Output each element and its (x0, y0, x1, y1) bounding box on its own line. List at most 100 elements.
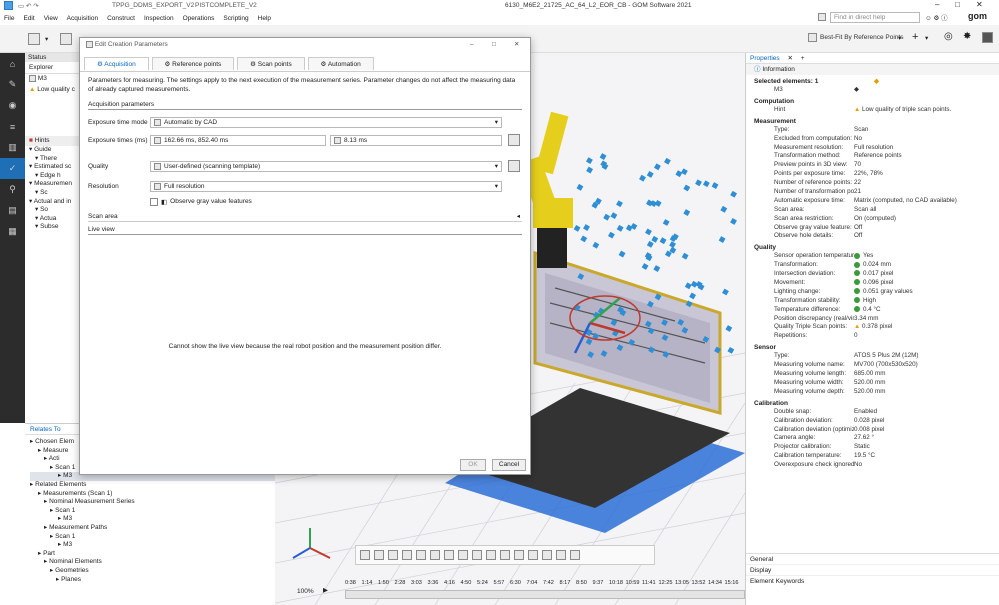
timeline[interactable]: 0:38 1:14 1:50 2:28 3:03 3:36 4:16 4:50 5:24 5:57… (345, 580, 745, 589)
ok-button[interactable]: OK (460, 459, 486, 471)
light-icon[interactable]: ✸ (963, 31, 971, 42)
layers-icon[interactable]: ▦ (0, 221, 25, 242)
close-icon[interactable]: ✕ (976, 0, 983, 9)
scan-area-collapse-icon[interactable]: ◂ (517, 212, 520, 222)
menu-help[interactable]: Help (258, 15, 271, 22)
toolbar-more-icon[interactable]: ▾ (925, 34, 928, 42)
menu-file[interactable]: File (4, 15, 14, 22)
report-icon[interactable]: ▤ (0, 200, 25, 221)
dialog-close-icon[interactable]: ✕ (514, 38, 519, 52)
toolbar-view-icon[interactable] (28, 33, 40, 45)
quick-access-icon[interactable]: ▭ ↶ ↷ (18, 2, 39, 10)
general-tab[interactable]: General (746, 554, 999, 565)
target-icon[interactable]: ◎ (944, 31, 953, 42)
table-icon[interactable]: ≡ (0, 116, 25, 137)
image-icon[interactable] (472, 550, 482, 560)
relates-item[interactable]: ▸ M3 (30, 515, 275, 524)
align-icon[interactable] (430, 550, 440, 560)
zoom-label[interactable]: 100% (297, 588, 314, 595)
menu-edit[interactable]: Edit (23, 15, 34, 22)
box-icon[interactable] (458, 550, 468, 560)
hint-item[interactable]: ▾ Actual and in (29, 198, 79, 207)
home-icon[interactable]: ⌂ (0, 53, 25, 74)
tab-scan-points[interactable]: ⚙ Scan points (237, 57, 305, 70)
measure-icon[interactable] (416, 550, 426, 560)
exposure-mode-select[interactable]: Automatic by CAD ▾ (150, 116, 502, 128)
point-icon[interactable] (444, 550, 454, 560)
hint-item[interactable]: ▾ Sc (29, 189, 79, 198)
menu-operations[interactable]: Operations (183, 15, 215, 22)
display-tab[interactable]: Display (746, 565, 999, 576)
tab-reference-points[interactable]: ⚙ Reference points (151, 57, 235, 70)
hint-item[interactable]: ▾ Edge h (29, 172, 79, 181)
properties-add-icon[interactable]: + (801, 55, 805, 62)
timeline-track[interactable] (345, 590, 745, 599)
tools-icon[interactable]: ✎ (0, 74, 25, 95)
relates-item[interactable]: ▸ Related Elements (30, 481, 275, 490)
relates-item[interactable]: ▸ M3 (30, 541, 275, 550)
quality-edit-icon[interactable] (508, 160, 520, 172)
grid-icon[interactable] (514, 550, 524, 560)
tab-automation[interactable]: ⚙ Automation (307, 57, 374, 70)
help-search-input[interactable]: Find in direct help (830, 12, 920, 23)
quick-tab-2[interactable]: PISTCOMPLETE_V2 (195, 2, 257, 9)
dialog-minimize-icon[interactable]: – (470, 38, 474, 52)
quick-tab-1[interactable]: TPPG_DDMS_EXPORT_V2 (112, 2, 194, 9)
menu-scripting[interactable]: Scripting (223, 15, 248, 22)
search-icon[interactable]: ⚲ (0, 179, 25, 200)
hint-item[interactable]: ▾ Subse (29, 223, 79, 232)
hint-item[interactable]: ▾ Estimated sc (29, 163, 79, 172)
alignment-select[interactable]: Best-Fit By Reference Points (820, 34, 903, 41)
inspect-icon[interactable]: ✓ (0, 158, 25, 179)
relates-item[interactable]: ▸ Scan 1 (30, 533, 275, 542)
add-icon[interactable]: + (912, 31, 918, 43)
display-icon[interactable] (374, 550, 384, 560)
keywords-tab[interactable]: Element Keywords (746, 576, 999, 587)
resolution-select[interactable]: Full resolution ▾ (150, 180, 502, 192)
hint-item[interactable]: ▾ So (29, 206, 79, 215)
explorer-tab[interactable]: Explorer (25, 62, 79, 74)
scan-area-section[interactable]: Scan area ◂ (88, 212, 522, 222)
info-tab[interactable]: ⓘ Information (746, 64, 999, 75)
tab-acquisition[interactable]: ⚙ Acquisition (84, 57, 149, 70)
menu-acquisition[interactable]: Acquisition (67, 15, 98, 22)
relates-item[interactable]: ▸ Measurement Paths (30, 524, 275, 533)
relates-item[interactable]: ▸ Part (30, 550, 275, 559)
relates-item[interactable]: ▸ Measurements (Scan 1) (30, 490, 275, 499)
menu-construct[interactable]: Construct (107, 15, 135, 22)
relates-item[interactable]: ▸ Nominal Measurement Series (30, 498, 275, 507)
explorer-item[interactable]: M3 (25, 74, 79, 84)
relates-item[interactable]: ▸ Nominal Elements (30, 558, 275, 567)
camera-icon[interactable]: ◉ (0, 95, 25, 116)
relates-item[interactable]: ▸ Geometries (30, 567, 275, 576)
view-mode-icon[interactable] (360, 550, 370, 560)
maximize-icon[interactable]: □ (955, 0, 960, 9)
scan-icon[interactable] (528, 550, 538, 560)
alignment-dropdown-icon[interactable]: ▾ (898, 34, 901, 42)
relates-item[interactable]: ▸ Planes (30, 576, 275, 585)
menu-inspection[interactable]: Inspection (144, 15, 174, 22)
report-view-icon[interactable] (542, 550, 552, 560)
hint-item[interactable]: ▾ There (29, 155, 79, 164)
export-icon[interactable] (570, 550, 580, 560)
exposure-extra-input[interactable]: 8.13 ms (330, 134, 502, 146)
relates-item[interactable]: ▸ Scan 1 (30, 507, 275, 516)
properties-close-icon[interactable]: ✕ (787, 55, 792, 62)
link-icon[interactable] (500, 550, 510, 560)
gray-value-checkbox[interactable] (150, 197, 158, 206)
toolbar-select-icon[interactable] (60, 33, 72, 45)
properties-tab[interactable]: Properties (750, 55, 780, 62)
hint-item[interactable]: ▾ Actua (29, 215, 79, 224)
hint-item[interactable]: ▾ Measuremen (29, 180, 79, 189)
dialog-maximize-icon[interactable]: □ (492, 38, 496, 52)
cancel-button[interactable]: Cancel (492, 459, 526, 471)
play-icon[interactable]: ▶ (323, 586, 328, 594)
clip-icon[interactable] (402, 550, 412, 560)
section-icon[interactable] (388, 550, 398, 560)
quality-select[interactable]: User-defined (scanning template) ▾ (150, 160, 502, 172)
exposure-times-input[interactable]: 162.66 ms, 852.40 ms (150, 134, 326, 146)
hint-item[interactable]: ▾ Guide (29, 146, 79, 155)
chart-icon[interactable]: ▥ (0, 137, 25, 158)
toolbar-dropdown-icon[interactable]: ▾ (45, 35, 48, 43)
screen-icon[interactable] (982, 32, 993, 43)
